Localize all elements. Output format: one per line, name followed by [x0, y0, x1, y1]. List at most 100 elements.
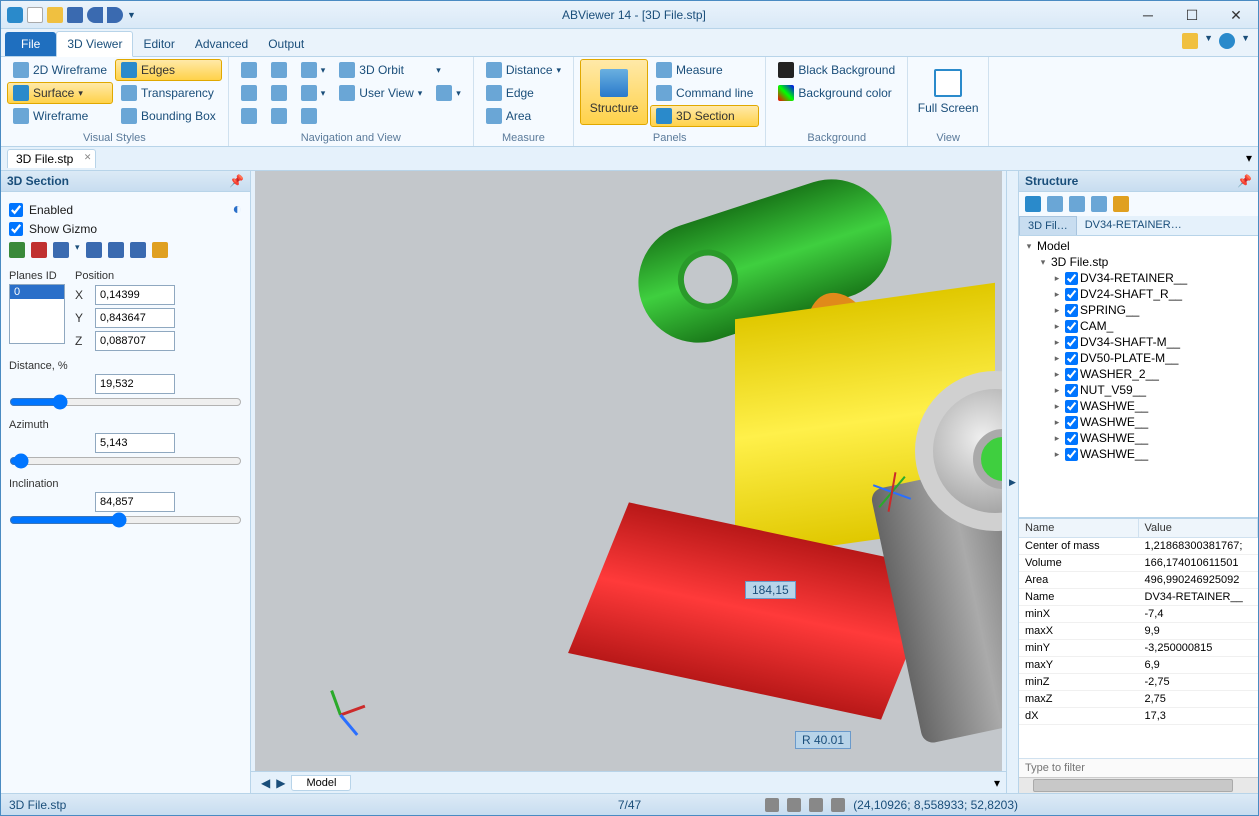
- status-icon[interactable]: [787, 798, 801, 812]
- distance-slider[interactable]: [9, 394, 242, 410]
- open-icon[interactable]: [47, 7, 63, 23]
- tool-icon[interactable]: [86, 242, 102, 258]
- nav-btn-1[interactable]: [235, 59, 263, 81]
- add-plane-icon[interactable]: [9, 242, 25, 258]
- pin-icon[interactable]: 📌: [1237, 174, 1252, 188]
- z-input[interactable]: [95, 331, 175, 351]
- tree-node[interactable]: ▸ NUT_V59__: [1019, 382, 1258, 398]
- tree-node[interactable]: ▸ DV50-PLATE-M__: [1019, 350, 1258, 366]
- bbox-button[interactable]: Bounding Box: [115, 105, 222, 127]
- property-row[interactable]: minX-7,4: [1019, 606, 1258, 623]
- tree-node[interactable]: ▸ WASHER_2__: [1019, 366, 1258, 382]
- close-button[interactable]: ✕: [1214, 2, 1258, 28]
- tool-icon[interactable]: [1113, 196, 1129, 212]
- properties-body[interactable]: Center of mass1,21868300381767;Volume166…: [1019, 538, 1258, 758]
- property-row[interactable]: minY-3,250000815: [1019, 640, 1258, 657]
- new-icon[interactable]: [27, 7, 43, 23]
- tree-node[interactable]: ▸ CAM_: [1019, 318, 1258, 334]
- tabs-dropdown-icon[interactable]: ▾: [1246, 151, 1252, 165]
- gizmo-checkbox[interactable]: Show Gizmo: [9, 222, 242, 236]
- tool-icon[interactable]: [108, 242, 124, 258]
- status-icon[interactable]: [765, 798, 779, 812]
- tab-prev-icon[interactable]: ◀: [261, 776, 270, 790]
- section-panel-button[interactable]: 3D Section: [650, 105, 759, 127]
- tab-next-icon[interactable]: ▶: [276, 776, 285, 790]
- zoom-button[interactable]: ▾: [295, 59, 332, 81]
- tree-node[interactable]: ▸ WASHWE__: [1019, 446, 1258, 462]
- inclination-input[interactable]: [95, 492, 175, 512]
- tree-node[interactable]: ▸ DV24-SHAFT_R__: [1019, 286, 1258, 302]
- fullscreen-button[interactable]: Full Screen: [914, 59, 982, 125]
- filter-input[interactable]: [1019, 759, 1258, 777]
- measure-panel-button[interactable]: Measure: [650, 59, 759, 81]
- inclination-slider[interactable]: [9, 512, 242, 528]
- options-icon[interactable]: [1182, 33, 1198, 49]
- property-row[interactable]: NameDV34-RETAINER__: [1019, 589, 1258, 606]
- property-row[interactable]: dX17,3: [1019, 708, 1258, 725]
- save-icon[interactable]: [67, 7, 83, 23]
- tab-output[interactable]: Output: [258, 32, 314, 56]
- help-dropdown-icon[interactable]: ▼: [1241, 33, 1250, 49]
- edges-button[interactable]: Edges: [115, 59, 222, 81]
- transparency-button[interactable]: Transparency: [115, 82, 222, 104]
- tool-icon[interactable]: [1025, 196, 1041, 212]
- y-input[interactable]: [95, 308, 175, 328]
- pin-icon[interactable]: 📌: [229, 174, 244, 188]
- surface-button[interactable]: Surface▾: [7, 82, 113, 104]
- tree-node[interactable]: ▸ WASHWE__: [1019, 414, 1258, 430]
- tree-node[interactable]: Model: [1037, 239, 1070, 253]
- tree-node[interactable]: ▸ SPRING__: [1019, 302, 1258, 318]
- tree-node[interactable]: ▸ WASHWE__: [1019, 398, 1258, 414]
- structure-tab[interactable]: 3D Fil…: [1019, 216, 1077, 235]
- x-input[interactable]: [95, 285, 175, 305]
- nav-btn-3[interactable]: [235, 105, 263, 127]
- property-row[interactable]: maxX9,9: [1019, 623, 1258, 640]
- file-menu[interactable]: File: [5, 32, 56, 56]
- orbit-button[interactable]: 3D Orbit: [333, 59, 428, 81]
- tool-dd-icon[interactable]: ▾: [75, 242, 80, 258]
- edge-button[interactable]: Edge: [480, 82, 567, 104]
- tree-node[interactable]: ▸ WASHWE__: [1019, 430, 1258, 446]
- nav-btn-5[interactable]: [265, 82, 293, 104]
- area-button[interactable]: Area: [480, 105, 567, 127]
- azimuth-input[interactable]: [95, 433, 175, 453]
- tool-icon[interactable]: [53, 242, 69, 258]
- structure-panel-button[interactable]: Structure: [580, 59, 648, 125]
- slice-icon[interactable]: ◐: [232, 201, 242, 219]
- structure-tab[interactable]: DV34-RETAINER…: [1077, 216, 1190, 235]
- zoom-btn-2[interactable]: ▾: [295, 82, 332, 104]
- options-dropdown-icon[interactable]: ▼: [1204, 33, 1213, 49]
- wire2d-button[interactable]: 2D Wireframe: [7, 59, 113, 81]
- tool-icon[interactable]: [1091, 196, 1107, 212]
- status-icon[interactable]: [831, 798, 845, 812]
- tab-advanced[interactable]: Advanced: [185, 32, 258, 56]
- nav-btn-4[interactable]: [265, 59, 293, 81]
- remove-plane-icon[interactable]: [31, 242, 47, 258]
- property-row[interactable]: Center of mass1,21868300381767;: [1019, 538, 1258, 555]
- maximize-button[interactable]: ☐: [1170, 2, 1214, 28]
- tree-node[interactable]: ▸ DV34-SHAFT-M__: [1019, 334, 1258, 350]
- tool-icon[interactable]: [152, 242, 168, 258]
- model-tab[interactable]: Model: [291, 775, 351, 791]
- tabs-dropdown-icon[interactable]: ▾: [994, 776, 1000, 790]
- nav-dd-2[interactable]: ▾: [430, 82, 467, 104]
- minimize-button[interactable]: ─: [1126, 2, 1170, 28]
- close-tab-icon[interactable]: ✕: [84, 152, 92, 163]
- model-tree[interactable]: ▾Model ▾3D File.stp ▸ DV34-RETAINER__▸ D…: [1019, 236, 1258, 517]
- property-row[interactable]: Volume166,174010611501: [1019, 555, 1258, 572]
- userview-button[interactable]: User View▾: [333, 82, 428, 104]
- property-row[interactable]: maxY6,9: [1019, 657, 1258, 674]
- property-row[interactable]: maxZ2,75: [1019, 691, 1258, 708]
- status-icon[interactable]: [809, 798, 823, 812]
- tool-icon[interactable]: [130, 242, 146, 258]
- help-icon[interactable]: [1219, 33, 1235, 49]
- nav-btn-6[interactable]: [265, 105, 293, 127]
- tree-node[interactable]: ▸ DV34-RETAINER__: [1019, 270, 1258, 286]
- tool-icon[interactable]: [1069, 196, 1085, 212]
- tree-node[interactable]: 3D File.stp: [1051, 255, 1108, 269]
- distance-button[interactable]: Distance▾: [480, 59, 567, 81]
- undo-icon[interactable]: [87, 7, 103, 23]
- enabled-checkbox[interactable]: Enabled ◐: [9, 201, 242, 219]
- distance-input[interactable]: [95, 374, 175, 394]
- document-tab[interactable]: 3D File.stp ✕: [7, 149, 96, 168]
